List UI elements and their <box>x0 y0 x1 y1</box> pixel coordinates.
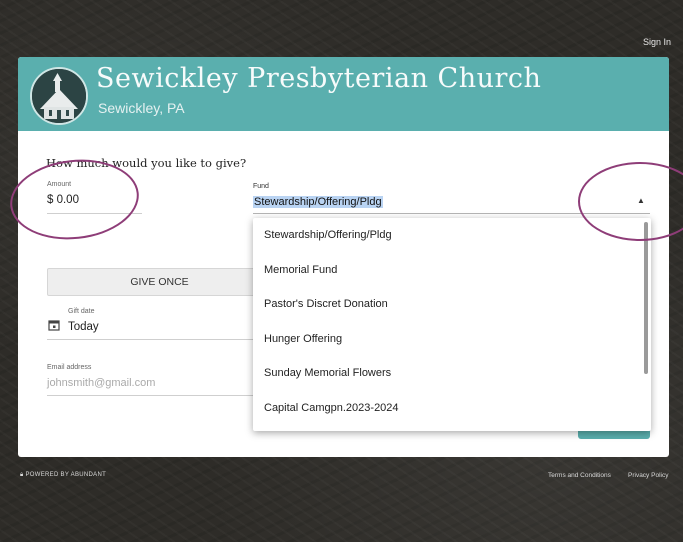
fund-dropdown-menu[interactable]: Stewardship/Offering/Pldg Memorial Fund … <box>253 218 651 431</box>
email-label: Email address <box>47 364 92 371</box>
terms-link[interactable]: Terms and Conditions <box>548 472 611 479</box>
calendar-icon[interactable] <box>48 319 60 331</box>
privacy-link[interactable]: Privacy Policy <box>628 472 668 479</box>
church-header: Sewickley Presbyterian Church Sewickley,… <box>18 57 669 131</box>
powered-by-label: POWERED BY ABUNDANT <box>25 472 107 478</box>
gift-date-label: Gift date <box>68 308 95 315</box>
powered-by: 🔒︎ POWERED BY ABUNDANT <box>20 472 106 479</box>
church-location: Sewickley, PA <box>98 100 185 116</box>
church-logo <box>30 67 88 125</box>
fund-option[interactable]: Hunger Offering <box>253 322 651 357</box>
sign-in-link[interactable]: Sign In <box>643 37 671 47</box>
gift-date-field[interactable]: Today <box>68 321 99 333</box>
gift-date-underline <box>47 339 270 340</box>
fund-option[interactable]: Pastor's Discret Donation <box>253 287 651 322</box>
dropdown-scrollbar[interactable] <box>644 222 648 374</box>
fund-option[interactable]: Memorial Fund <box>253 253 651 288</box>
fund-option[interactable]: Sunday Memorial Flowers <box>253 356 651 391</box>
email-underline <box>47 395 270 396</box>
email-input[interactable]: johnsmith@gmail.com <box>47 377 155 389</box>
give-once-button[interactable]: GIVE ONCE <box>47 268 272 296</box>
lock-icon: 🔒︎ <box>20 472 24 478</box>
fund-select[interactable]: Stewardship/Offering/Pldg <box>253 196 383 208</box>
church-name: Sewickley Presbyterian Church <box>96 63 542 94</box>
fund-option[interactable]: Capital Camgpn.2023-2024 <box>253 391 651 426</box>
fund-label: Fund <box>253 183 269 190</box>
